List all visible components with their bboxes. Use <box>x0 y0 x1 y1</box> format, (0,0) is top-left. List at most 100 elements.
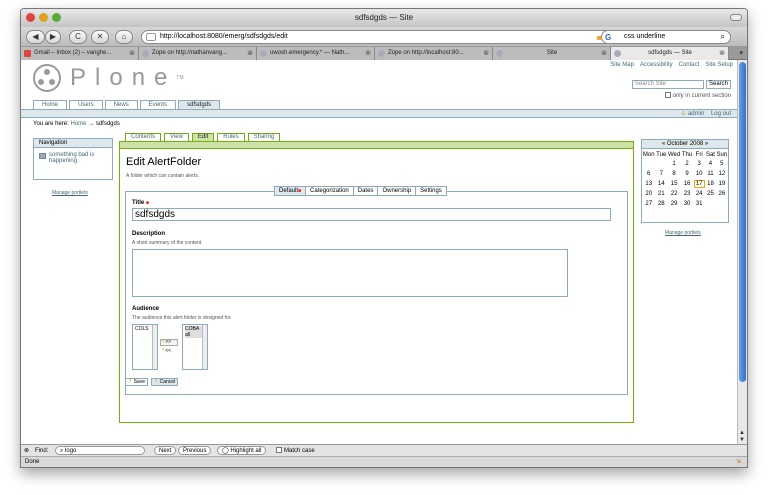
user-link[interactable]: admin <box>688 111 704 117</box>
tab-list-icon[interactable]: ▾ <box>729 47 747 59</box>
calendar-day[interactable]: 9 <box>681 169 693 179</box>
calendar-day[interactable]: 11 <box>705 169 715 179</box>
page-scrollbar[interactable]: ▲ ▼ <box>737 60 747 444</box>
calendar-day[interactable]: 13 <box>642 179 655 189</box>
add-audience-button[interactable]: ⇡>> <box>160 339 178 346</box>
remove-audience-button[interactable]: ⇡<< <box>160 348 178 355</box>
calendar-day[interactable]: 26 <box>716 189 728 199</box>
site-map-link[interactable]: Site Map <box>610 62 634 68</box>
calendar-day[interactable]: 5 <box>716 159 728 169</box>
match-case-checkbox[interactable] <box>276 447 282 453</box>
calendar-month[interactable]: « October 2008 » <box>662 141 708 147</box>
close-tab-icon[interactable]: ⊗ <box>247 47 253 60</box>
find-next-button[interactable]: Next <box>154 446 177 455</box>
save-button[interactable]: ⇡ Save <box>125 378 148 386</box>
search-field[interactable]: G css underline ⌕ <box>601 30 731 44</box>
calendar-day[interactable]: 23 <box>681 189 693 199</box>
back-button[interactable]: ◀ <box>26 30 45 44</box>
portal-tab-news[interactable]: News <box>104 100 138 109</box>
navigation-item[interactable]: something bad is happening <box>34 148 112 168</box>
only-current-checkbox[interactable] <box>664 92 671 98</box>
browser-tab[interactable]: uwosh.emergency.* — Nath... ⊗ <box>257 47 375 60</box>
calendar-day[interactable]: 22 <box>667 189 681 199</box>
fieldset-tab-dates[interactable]: Dates <box>353 186 379 196</box>
browser-tab[interactable]: Zope on http://nathanvang... ⊗ <box>139 47 257 60</box>
magnifier-icon[interactable]: ⌕ <box>721 31 725 43</box>
stop-button[interactable]: ✕ <box>91 30 109 44</box>
calendar-day[interactable]: 24 <box>693 189 705 199</box>
fieldset-tab-settings[interactable]: Settings <box>416 186 447 196</box>
contact-link[interactable]: Contact <box>679 62 700 68</box>
calendar-day[interactable]: 1 <box>667 159 681 169</box>
calendar-day[interactable]: 2 <box>681 159 693 169</box>
close-window-button[interactable] <box>26 13 35 22</box>
zoom-window-button[interactable] <box>52 13 61 22</box>
scrollbar-thumb[interactable] <box>739 62 746 382</box>
scroll-down-icon[interactable]: ▼ <box>739 437 745 443</box>
calendar-day[interactable]: 15 <box>667 179 681 189</box>
list-scrollbar[interactable] <box>152 325 157 369</box>
calendar-day[interactable]: 20 <box>642 189 655 199</box>
forward-button[interactable]: ▶ <box>45 30 61 44</box>
home-button[interactable]: ⌂ <box>115 30 133 44</box>
calendar-day[interactable]: 30 <box>681 199 693 209</box>
site-setup-link[interactable]: Site Setup <box>705 62 733 68</box>
calendar-day[interactable]: 19 <box>716 179 728 189</box>
audience-selected-list[interactable]: COBA all <box>182 324 208 370</box>
logout-link[interactable]: Log out <box>711 111 731 117</box>
plone-logo[interactable]: Plone TM <box>33 64 184 92</box>
reload-button[interactable]: C <box>69 30 87 44</box>
calendar-day[interactable]: 4 <box>705 159 715 169</box>
tab-edit[interactable]: Edit <box>191 133 215 141</box>
calendar-day[interactable]: 28 <box>655 199 667 209</box>
fieldset-tab-default[interactable]: Default■ <box>274 186 307 196</box>
browser-tab-active[interactable]: sdfsdgds — Site ⊗ <box>611 47 729 60</box>
browser-tab[interactable]: Gmail – Inbox (2) – vanghe... ⊗ <box>21 47 139 60</box>
breadcrumb-home[interactable]: Home <box>70 121 86 127</box>
browser-tab[interactable]: Zope on http://localhost:80... ⊗ <box>375 47 493 60</box>
accessibility-link[interactable]: Accessibility <box>640 62 673 68</box>
find-previous-button[interactable]: Previous <box>178 446 212 455</box>
calendar-day[interactable]: 18 <box>705 179 715 189</box>
tab-sharing[interactable]: Sharing <box>247 133 281 141</box>
audience-available-list[interactable]: COLS <box>132 324 158 370</box>
description-textarea[interactable] <box>132 249 568 297</box>
minimize-window-button[interactable] <box>39 13 48 22</box>
manage-portlets-right-link[interactable]: Manage portlets <box>665 230 701 236</box>
calendar-day[interactable]: 21 <box>655 189 667 199</box>
calendar-day[interactable]: 27 <box>642 199 655 209</box>
portal-tab-users[interactable]: Users <box>69 100 103 109</box>
portal-tab-events[interactable]: Events <box>139 100 177 109</box>
fieldset-tab-ownership[interactable]: Ownership <box>378 186 417 196</box>
calendar-day[interactable]: 14 <box>655 179 667 189</box>
close-tab-icon[interactable]: ⊗ <box>719 47 725 60</box>
calendar-day[interactable]: 7 <box>655 169 667 179</box>
url-field[interactable]: http://localhost:8080/emerg/sdfsdgds/edi… <box>141 30 626 44</box>
tab-contents[interactable]: Contents <box>125 133 162 141</box>
calendar-day[interactable]: 16 <box>681 179 693 189</box>
tab-view[interactable]: View <box>164 133 189 141</box>
highlight-all-button[interactable]: ◯ Highlight all <box>217 446 267 455</box>
cancel-button[interactable]: ⇡ Cancel <box>151 378 179 386</box>
calendar-day[interactable]: 10 <box>693 169 705 179</box>
calendar-day[interactable]: 12 <box>716 169 728 179</box>
title-input[interactable]: sdfsdgds <box>132 208 611 221</box>
calendar-day[interactable]: 17 <box>693 179 705 189</box>
calendar-day[interactable]: 31 <box>693 199 705 209</box>
site-search-button[interactable]: Search <box>705 80 731 89</box>
close-tab-icon[interactable]: ⊗ <box>483 47 489 60</box>
manage-portlets-left-link[interactable]: Manage portlets <box>52 190 88 196</box>
find-input[interactable]: ⌕ logo <box>55 446 145 455</box>
calendar-day[interactable]: 8 <box>667 169 681 179</box>
site-search-input[interactable]: Search Site <box>631 80 704 89</box>
toolbar-toggle-button[interactable] <box>730 14 742 21</box>
calendar-day[interactable]: 29 <box>667 199 681 209</box>
close-tab-icon[interactable]: ⊗ <box>601 47 607 60</box>
close-tab-icon[interactable]: ⊗ <box>129 47 135 60</box>
portal-tab-home[interactable]: Home <box>33 100 68 109</box>
portal-tab-sdfsdgds[interactable]: sdfsdgds <box>178 100 221 109</box>
list-scrollbar[interactable] <box>202 325 207 369</box>
browser-tab[interactable]: Site ⊗ <box>493 47 611 60</box>
calendar-day[interactable]: 3 <box>693 159 705 169</box>
calendar-day[interactable]: 25 <box>705 189 715 199</box>
